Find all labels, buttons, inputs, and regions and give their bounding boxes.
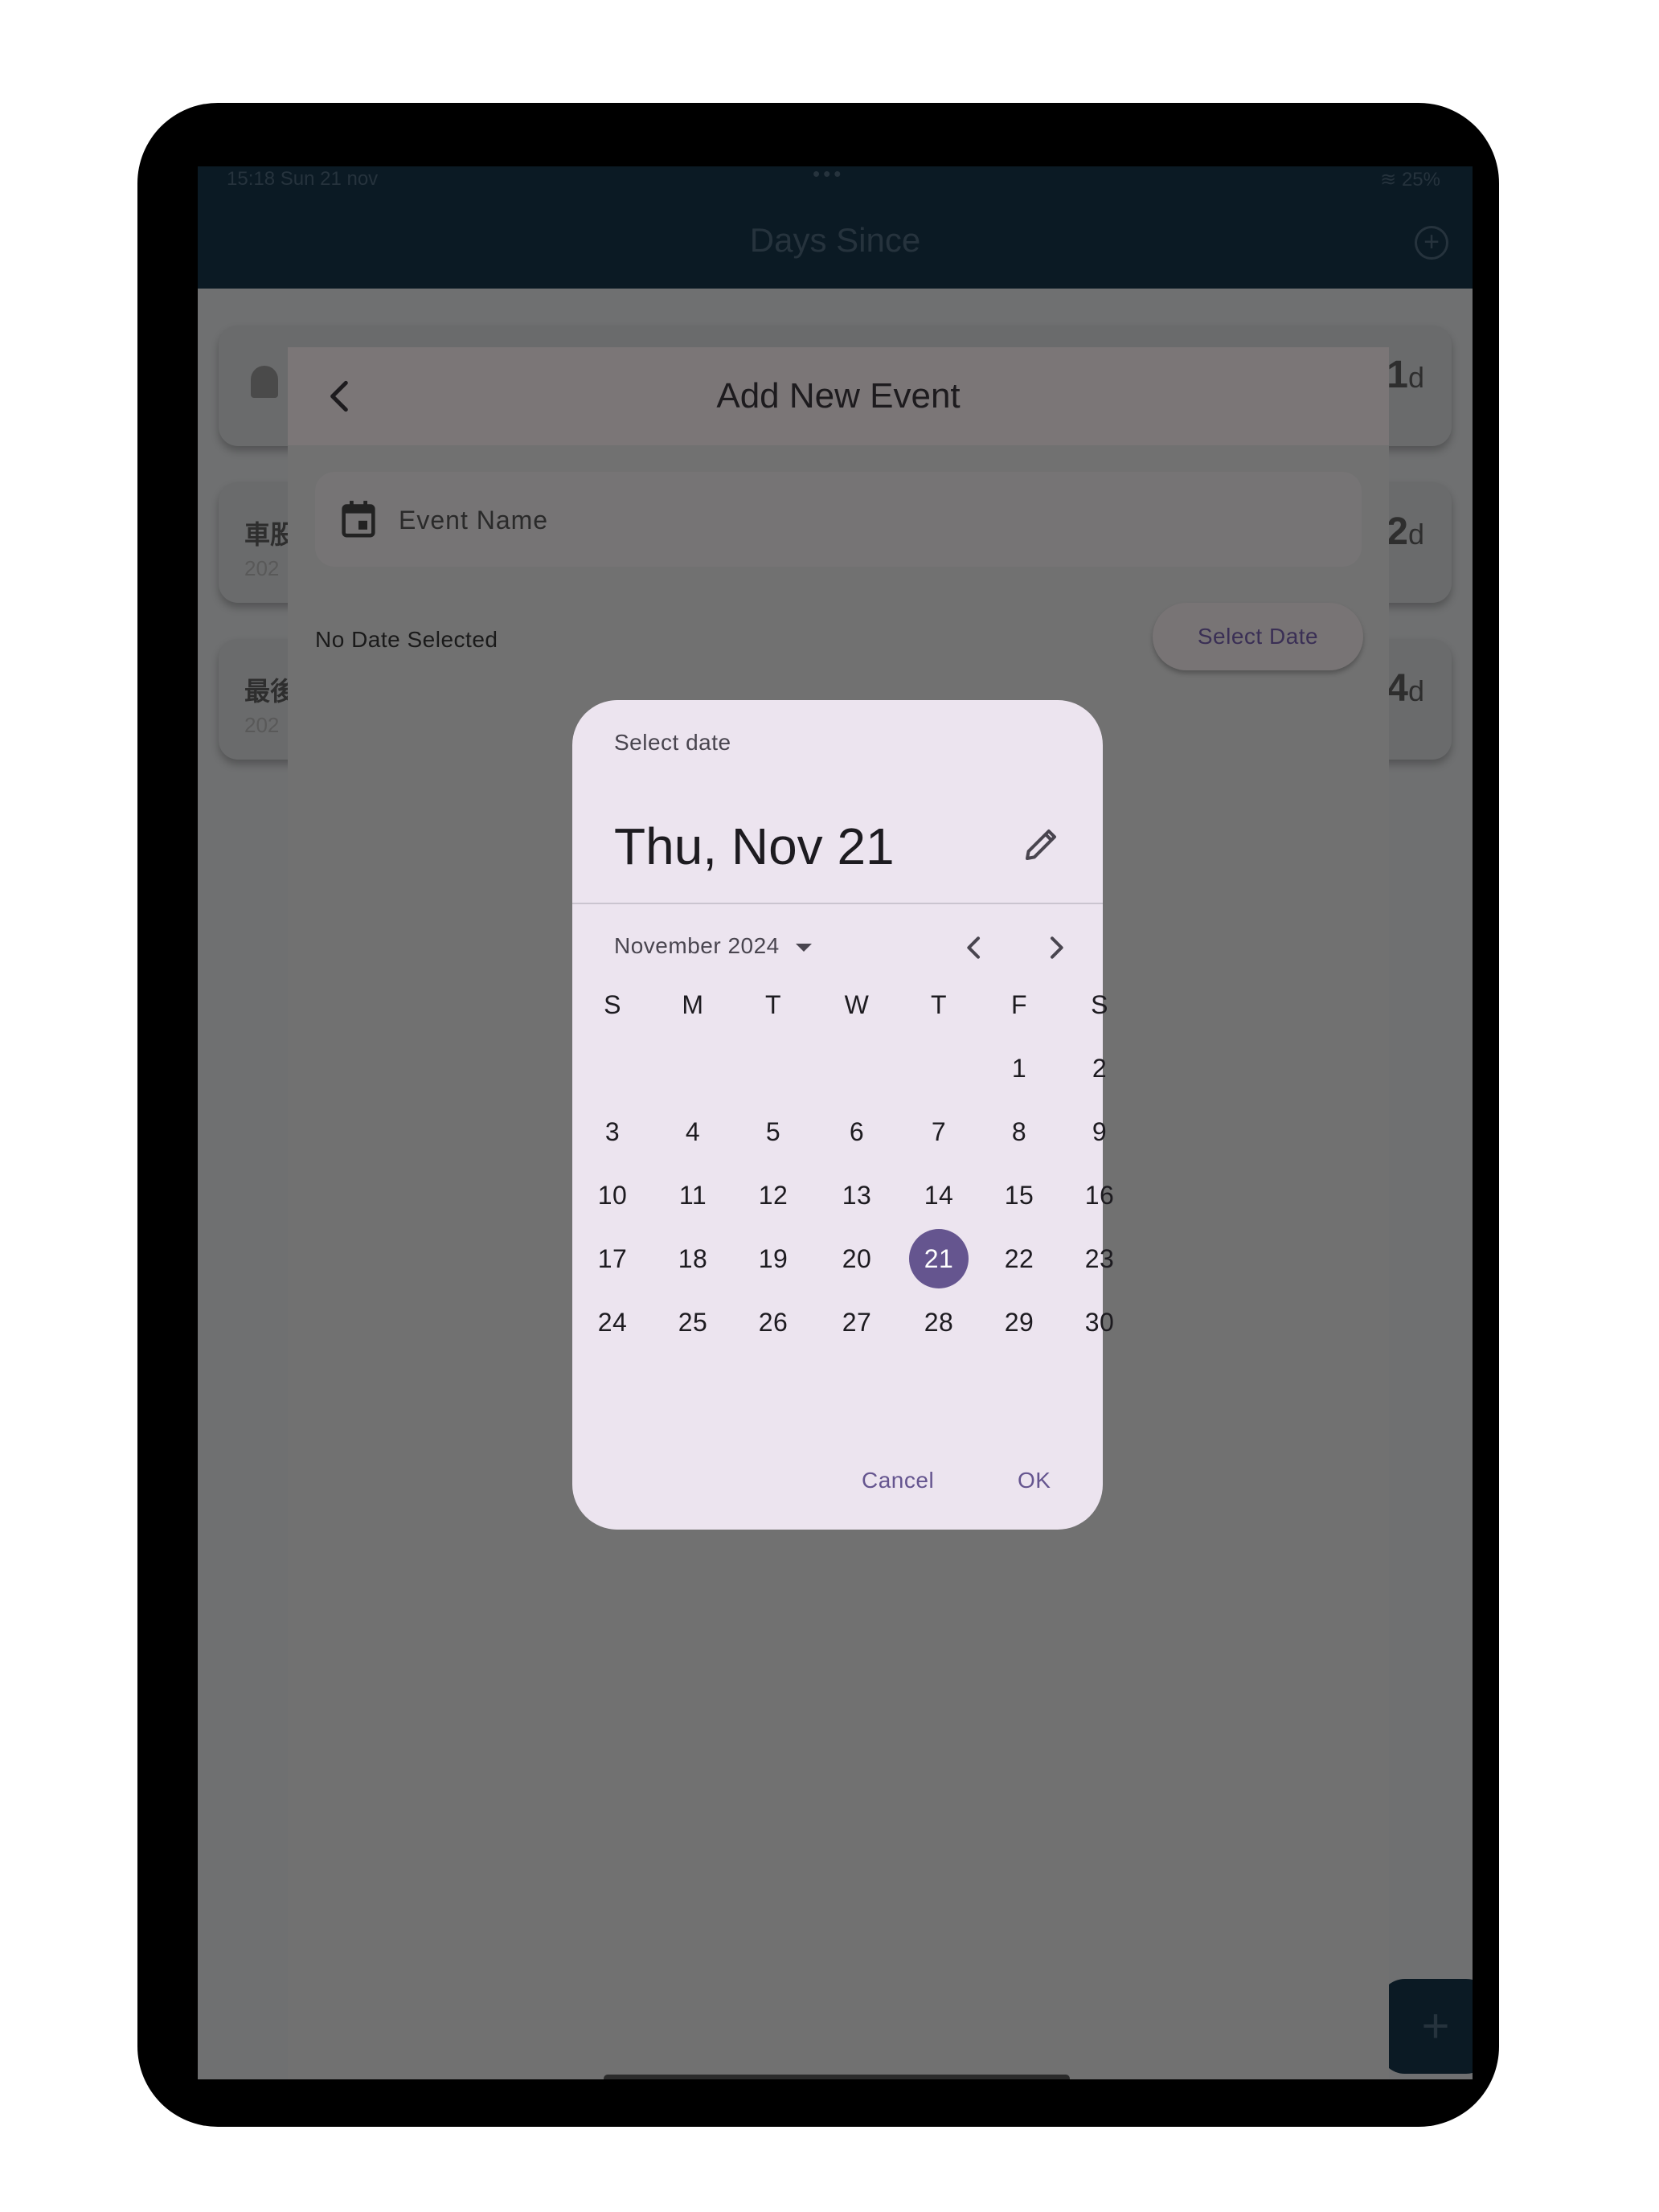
battery-indicator: ≋ 25%	[1380, 168, 1440, 191]
day-cell[interactable]: 2	[1067, 1036, 1132, 1100]
date-picker-dialog: Select date Thu, Nov 21 November 2024 SM…	[572, 700, 1114, 1530]
sheet-title: Add New Event	[716, 376, 961, 416]
day-cell[interactable]: 24	[580, 1290, 645, 1354]
weekday-header: S	[1091, 990, 1108, 1019]
add-fab-button[interactable]: +	[1379, 1979, 1473, 2074]
day-cell[interactable]: 5	[741, 1100, 805, 1164]
event-name-placeholder: Event Name	[399, 506, 549, 535]
wifi-icon: ≋	[1380, 169, 1397, 190]
day-cell[interactable]: 25	[661, 1290, 725, 1354]
cancel-button[interactable]: Cancel	[862, 1468, 934, 1493]
plus-icon: +	[1421, 1999, 1450, 2053]
day-cell[interactable]: 17	[580, 1227, 645, 1291]
event-days: 4d	[1387, 666, 1424, 711]
days-value: 1	[1387, 354, 1408, 396]
day-cell[interactable]: 12	[741, 1163, 805, 1227]
home-indicator[interactable]	[604, 2075, 1070, 2079]
ok-button[interactable]: OK	[1018, 1468, 1051, 1493]
day-cell[interactable]: 18	[661, 1227, 725, 1291]
day-cell[interactable]: 15	[987, 1163, 1051, 1227]
event-days: 1d	[1387, 353, 1424, 397]
day-cell[interactable]: 19	[741, 1227, 805, 1291]
days-value: 2	[1387, 510, 1408, 553]
day-cell[interactable]: 30	[1067, 1290, 1132, 1354]
status-date: Sun 21 nov	[280, 168, 379, 190]
day-cell[interactable]: 29	[987, 1290, 1051, 1354]
day-cell[interactable]: 4	[661, 1100, 725, 1164]
weekday-header: S	[604, 990, 621, 1019]
weekday-header: M	[682, 990, 704, 1019]
day-cell[interactable]: 1	[987, 1036, 1051, 1100]
day-cell[interactable]: 11	[661, 1163, 725, 1227]
day-cell[interactable]: 20	[825, 1227, 889, 1291]
event-name-field[interactable]: Event Name	[315, 472, 1362, 567]
day-cell[interactable]: 14	[907, 1163, 971, 1227]
bell-icon	[251, 366, 278, 398]
day-cell[interactable]: 9	[1067, 1100, 1132, 1164]
calendar-grid: S M T W T F S 1 2 3 4 5 6 7 8 9 10 11 12 13 14 15 16 17 18 19 20 21…	[572, 700, 1114, 1530]
day-cell[interactable]: 8	[987, 1100, 1051, 1164]
day-cell[interactable]: 26	[741, 1290, 805, 1354]
event-days: 2d	[1387, 510, 1424, 554]
days-unit: d	[1407, 361, 1424, 394]
day-cell[interactable]: 7	[907, 1100, 971, 1164]
day-cell[interactable]: 6	[825, 1100, 889, 1164]
day-cell[interactable]: 3	[580, 1100, 645, 1164]
app-title: Days Since	[749, 221, 921, 259]
battery-percent: 25%	[1401, 169, 1440, 190]
days-value: 4	[1387, 667, 1408, 710]
days-unit: d	[1407, 674, 1424, 707]
weekday-header: F	[1010, 990, 1028, 1019]
event-date: 202	[244, 713, 280, 737]
day-cell[interactable]: 22	[987, 1227, 1051, 1291]
app-bar: Days Since +	[198, 199, 1473, 289]
add-circle-icon[interactable]: +	[1415, 226, 1448, 260]
day-cell[interactable]: 23	[1067, 1227, 1132, 1291]
day-cell[interactable]: 10	[580, 1163, 645, 1227]
status-time: 15:18 Sun 21 nov	[227, 168, 378, 190]
weekday-header: W	[844, 990, 870, 1019]
event-date: 202	[244, 556, 280, 580]
weekday-header: T	[764, 990, 782, 1019]
day-cell[interactable]: 28	[907, 1290, 971, 1354]
calendar-icon	[342, 501, 375, 538]
multitask-dots-icon[interactable]: •••	[813, 166, 844, 186]
day-cell[interactable]: 27	[825, 1290, 889, 1354]
day-cell[interactable]: 13	[825, 1163, 889, 1227]
status-bar: 15:18 Sun 21 nov ••• ≋ 25%	[198, 166, 1473, 199]
status-clock: 15:18	[227, 168, 276, 190]
sheet-header: Add New Event	[288, 347, 1389, 445]
no-date-text: No Date Selected	[315, 627, 498, 652]
day-cell[interactable]: 16	[1067, 1163, 1132, 1227]
selected-day-cell[interactable]: 21	[909, 1229, 969, 1288]
weekday-header: T	[930, 990, 948, 1019]
days-unit: d	[1407, 518, 1424, 551]
select-date-button[interactable]: Select Date	[1153, 603, 1363, 670]
